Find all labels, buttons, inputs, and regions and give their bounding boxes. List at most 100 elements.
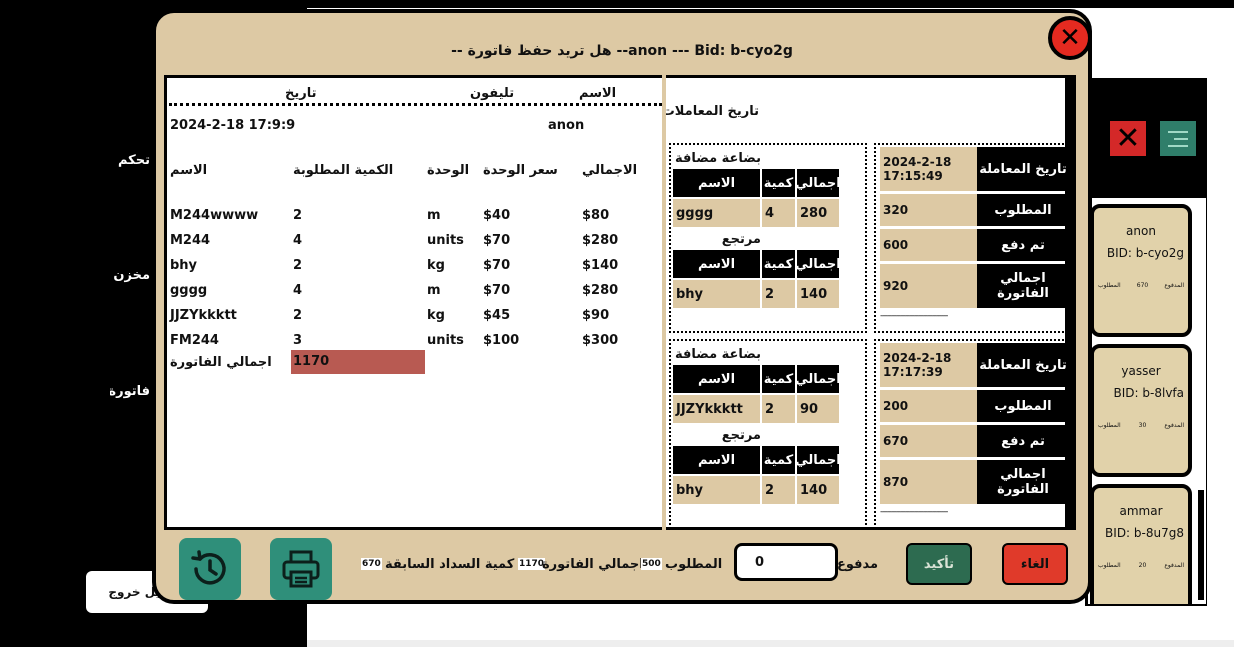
- col-total: الاجمالي: [582, 163, 638, 178]
- row-qty: 3: [293, 333, 303, 348]
- invoice-preview: الاسم تليفون تاريخ 2024-2-18 17:9:9 anon…: [164, 75, 664, 530]
- cell-total: 280: [797, 199, 839, 227]
- goods-box: بضاعة مضافة اجمالي كمية الاسم 280 4 gggg مرت…: [669, 143, 867, 333]
- bills-list: anon BID: b-cyo2g المدفوع 670 المطلوب yass…: [1088, 198, 1206, 604]
- row-price: $45: [483, 308, 511, 323]
- tx-date: 2024-2-18: [883, 155, 952, 169]
- bill-card[interactable]: ammar BID: b-8u7g8 المدفوع 20 المطلوب: [1090, 484, 1192, 604]
- row-price: $100: [483, 333, 520, 348]
- cell-qty: 2: [762, 476, 795, 504]
- history-icon: [191, 550, 226, 585]
- bill-card-name: yasser: [1121, 364, 1161, 378]
- history-button[interactable]: [179, 538, 241, 600]
- col-total-header: اجمالي: [795, 365, 841, 393]
- separator: ------------------------------: [880, 311, 948, 321]
- row-qty: 4: [293, 283, 303, 298]
- row-unit: m: [427, 283, 441, 298]
- col-name-header: الاسم: [673, 250, 760, 278]
- row-unit: kg: [427, 258, 445, 273]
- col-name-header: الاسم: [673, 169, 760, 197]
- summary-box: 2024-2-18 17:15:49 تاريخ المعاملة 320 المطل…: [874, 143, 1069, 333]
- bills-scrollbar[interactable]: [1198, 490, 1204, 600]
- tx-time: 17:15:49: [883, 169, 943, 183]
- bill-card-paid-label: المدفوع: [1164, 282, 1184, 289]
- tx-due-label: المطلوب: [977, 194, 1069, 226]
- bill-card[interactable]: yasser BID: b-8lvfa المدفوع 30 المطلوب: [1090, 344, 1192, 477]
- sidebar-item-invoice[interactable]: فاتورة: [110, 384, 150, 399]
- close-icon[interactable]: ✕: [1048, 16, 1092, 60]
- printer-icon: [282, 550, 320, 588]
- col-name-header: الاسم: [673, 365, 760, 393]
- row-qty: 2: [293, 208, 303, 223]
- header-date-label: تاريخ: [285, 86, 317, 101]
- col-qty: الكمية المطلوبة: [293, 163, 394, 178]
- bill-card-paid: 20: [1138, 562, 1147, 569]
- bill-card-bid: BID: b-8lvfa: [1113, 386, 1184, 400]
- col-total-header: اجمالي: [795, 446, 841, 474]
- col-qty-header: كمية: [762, 250, 795, 278]
- added-goods-table: اجمالي كمية الاسم 280 4 gggg: [671, 169, 841, 229]
- previous-paid-label: كمية السداد السابقة: [385, 557, 515, 572]
- invoice-total-label: اجمالي الفاتورة: [170, 355, 272, 370]
- print-button[interactable]: [270, 538, 332, 600]
- returned-goods-label: مرتجع: [721, 428, 761, 443]
- paid-input[interactable]: 0: [734, 543, 838, 581]
- previous-paid-value: 670: [361, 558, 382, 570]
- header-name-label: الاسم: [579, 86, 617, 101]
- divider: [169, 103, 662, 106]
- invoice-total-value: 1170: [291, 350, 425, 374]
- invoice-total-chip: 1170: [518, 558, 546, 570]
- tx-total: 870: [880, 460, 977, 504]
- added-goods-label: بضاعة مضافة: [675, 347, 761, 362]
- cell-name: JJZYkkktt: [673, 395, 760, 423]
- invoice-date: 2024-2-18 17:9:9: [170, 118, 296, 133]
- tx-due: 200: [880, 390, 977, 422]
- tx-paid: 600: [880, 229, 977, 261]
- sidebar-item-control[interactable]: تحكم: [110, 153, 150, 168]
- dialog-title: -- هل تريد حفظ فاتورة --anon --- Bid: b-…: [451, 43, 793, 59]
- row-total: $300: [582, 333, 619, 348]
- bill-card-paid-label: المدفوع: [1164, 422, 1184, 429]
- cell-total: 140: [797, 476, 839, 504]
- returned-goods-table: اجمالي كمية الاسم 140 2 bhy: [671, 446, 841, 506]
- cell-name: gggg: [673, 199, 760, 227]
- bill-card[interactable]: anon BID: b-cyo2g المدفوع 670 المطلوب: [1090, 204, 1192, 337]
- row-name: bhy: [170, 258, 198, 273]
- row-qty: 4: [293, 233, 303, 248]
- bill-card-due-label: المطلوب: [1098, 282, 1121, 289]
- col-total-header: اجمالي: [795, 169, 841, 197]
- row-price: $70: [483, 283, 511, 298]
- row-unit: units: [427, 333, 464, 348]
- row-name: FM244: [170, 333, 219, 348]
- cell-qty: 2: [762, 280, 795, 308]
- save-invoice-dialog: -- هل تريد حفظ فاتورة --anon --- Bid: b-…: [152, 9, 1092, 604]
- row-name: M244: [170, 233, 211, 248]
- row-unit: units: [427, 233, 464, 248]
- row-total: $280: [582, 233, 619, 248]
- row-unit: m: [427, 208, 441, 223]
- row-price: $70: [483, 258, 511, 273]
- confirm-button[interactable]: تأكيد: [906, 543, 972, 585]
- cancel-button[interactable]: الغاء: [1002, 543, 1068, 585]
- cell-total: 140: [797, 280, 839, 308]
- bill-card-bid: BID: b-cyo2g: [1106, 246, 1184, 260]
- cell-qty: 4: [762, 199, 795, 227]
- close-icon[interactable]: ✕: [1110, 121, 1146, 156]
- bottom-strip: [307, 640, 1234, 647]
- tx-total: 920: [880, 264, 977, 308]
- bill-card-paid: 30: [1138, 422, 1147, 429]
- row-total: $140: [582, 258, 619, 273]
- tx-date-label: تاريخ المعاملة: [977, 147, 1069, 191]
- goods-box: بضاعة مضافة اجمالي كمية الاسم 90 2 JJZYkkktt…: [669, 339, 867, 527]
- sort-icon[interactable]: [1160, 121, 1196, 156]
- returned-goods-table: اجمالي كمية الاسم 140 2 bhy: [671, 250, 841, 310]
- bill-card-name: anon: [1126, 224, 1156, 238]
- col-price: سعر الوحدة: [483, 163, 558, 178]
- tx-paid-label: تم دفع: [977, 425, 1069, 457]
- bill-card-due-label: المطلوب: [1098, 422, 1121, 429]
- transaction-card: بضاعة مضافة اجمالي كمية الاسم 280 4 gggg مرت…: [666, 143, 1069, 335]
- tx-paid: 670: [880, 425, 977, 457]
- row-price: $40: [483, 208, 511, 223]
- bill-card-paid-label: المدفوع: [1164, 562, 1184, 569]
- sidebar-item-store[interactable]: مخزن: [110, 268, 150, 283]
